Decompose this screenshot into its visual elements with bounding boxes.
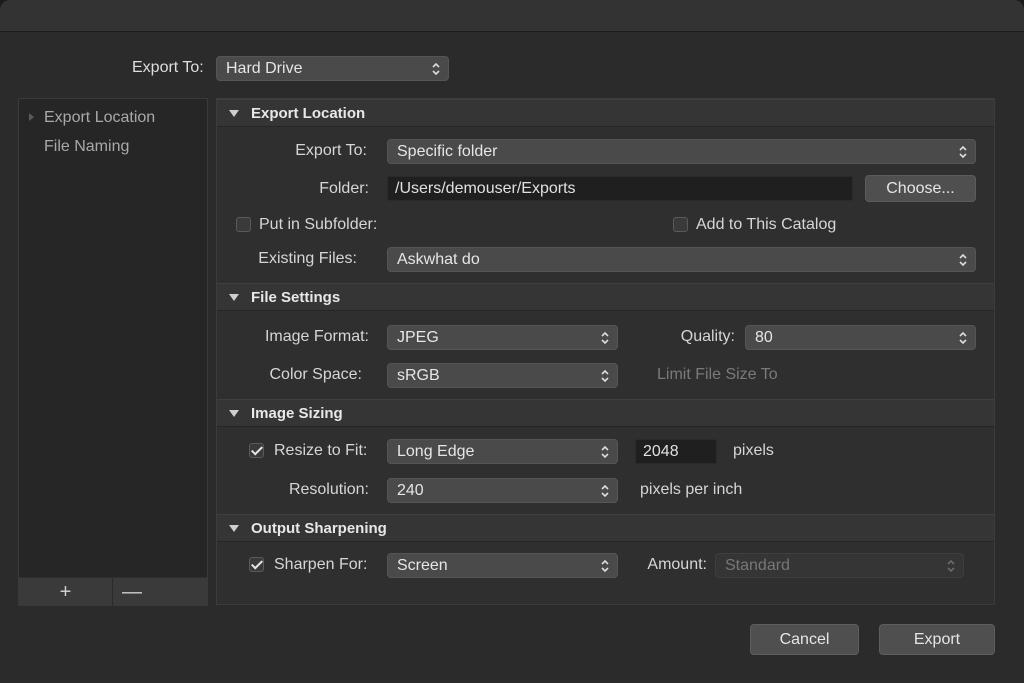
preset-sidebar: Export Location File Naming + — (18, 98, 208, 606)
section-header-export-location[interactable]: Export Location (217, 99, 994, 127)
chevron-up-down-icon (947, 559, 955, 572)
chevron-up-down-icon (959, 145, 967, 158)
chevron-up-down-icon (601, 445, 609, 458)
section-header-image-sizing[interactable]: Image Sizing (217, 399, 994, 427)
put-in-subfolder-checkbox[interactable] (236, 217, 251, 232)
chevron-up-down-icon (601, 484, 609, 497)
image-format-label: Image Format: (264, 328, 369, 345)
folder-path-field[interactable]: /Users/demouser/Exports (387, 176, 853, 201)
chevron-up-down-icon (601, 559, 609, 572)
image-format-popup[interactable]: JPEG (387, 325, 618, 350)
export-to-label: Export To: (295, 142, 367, 159)
export-to-popup[interactable]: Hard Drive (216, 56, 449, 81)
sidebar-item-export-location[interactable]: Export Location (44, 109, 155, 127)
cancel-button[interactable]: Cancel (750, 624, 859, 655)
resize-to-fit-checkbox[interactable] (249, 443, 264, 458)
export-button[interactable]: Export (879, 624, 995, 655)
section-title: Image Sizing (251, 405, 343, 422)
choose-folder-button[interactable]: Choose... (865, 175, 976, 202)
sharpen-for-value: Screen (397, 556, 448, 574)
resolution-value: 240 (397, 481, 424, 499)
sidebar-item-file-naming[interactable]: File Naming (44, 138, 129, 156)
disclosure-triangle-icon (229, 525, 239, 532)
resolution-popup[interactable]: 240 (387, 478, 618, 503)
existing-files-value: Askwhat do (397, 250, 480, 268)
section-header-output-sharpening[interactable]: Output Sharpening (217, 514, 994, 542)
section-title: Output Sharpening (251, 520, 387, 537)
resolution-unit-label: pixels per inch (640, 481, 743, 498)
amount-value: Standard (725, 556, 790, 574)
color-space-value: sRGB (397, 366, 440, 384)
long-edge-size-field[interactable]: 2048 (635, 439, 717, 464)
add-to-catalog-checkbox[interactable] (673, 217, 688, 232)
export-to-label: Export To: (132, 59, 204, 76)
chevron-up-down-icon (432, 62, 440, 75)
add-to-catalog-label: Add to This Catalog (696, 216, 837, 233)
chevron-up-down-icon (959, 253, 967, 266)
amount-popup[interactable]: Standard (715, 553, 964, 578)
chevron-up-down-icon (601, 369, 609, 382)
export-to-folder-value: Specific folder (397, 142, 498, 160)
folder-label: Folder: (319, 180, 369, 197)
title-bar[interactable] (0, 0, 1024, 32)
resize-mode-popup[interactable]: Long Edge (387, 439, 618, 464)
disclosure-triangle-icon (229, 110, 239, 117)
resolution-label: Resolution: (288, 481, 369, 498)
add-preset-button[interactable]: + (19, 578, 113, 606)
chevron-up-down-icon (959, 331, 967, 344)
section-title: File Settings (251, 289, 341, 306)
settings-panel: Export Location Export To: Specific fold… (216, 98, 995, 605)
quality-value: 80 (755, 328, 773, 346)
sharpen-for-label: Sharpen For: (274, 556, 368, 573)
resize-to-fit-label: Resize to Fit: (274, 442, 368, 459)
disclosure-triangle-icon (229, 294, 239, 301)
section-header-file-settings[interactable]: File Settings (217, 283, 994, 311)
quality-popup[interactable]: 80 (745, 325, 976, 350)
quality-label: Quality: (680, 328, 735, 345)
sharpen-for-checkbox[interactable] (249, 557, 264, 572)
resize-mode-value: Long Edge (397, 442, 475, 460)
put-in-subfolder-label: Put in Subfolder: (259, 216, 378, 233)
export-dialog: Export To: Hard Drive Export Location Fi… (0, 0, 1024, 683)
image-format-value: JPEG (397, 328, 439, 346)
disclosure-triangle-icon[interactable] (29, 113, 34, 121)
chevron-up-down-icon (601, 331, 609, 344)
disclosure-triangle-icon (229, 410, 239, 417)
section-title: Export Location (251, 105, 366, 122)
size-unit-label: pixels (733, 442, 774, 459)
existing-files-popup[interactable]: Askwhat do (387, 247, 976, 272)
color-space-popup[interactable]: sRGB (387, 363, 618, 388)
amount-label: Amount: (647, 556, 707, 573)
export-to-folder-popup[interactable]: Specific folder (387, 139, 976, 164)
existing-files-label: Existing Files: (258, 250, 357, 267)
remove-preset-button[interactable]: — (113, 578, 151, 606)
sharpen-for-popup[interactable]: Screen (387, 553, 618, 578)
sidebar-footer: + — (19, 577, 207, 606)
export-to-value: Hard Drive (226, 59, 303, 77)
color-space-label: Color Space: (269, 366, 363, 383)
limit-file-size-label: Limit File Size To (657, 366, 778, 383)
